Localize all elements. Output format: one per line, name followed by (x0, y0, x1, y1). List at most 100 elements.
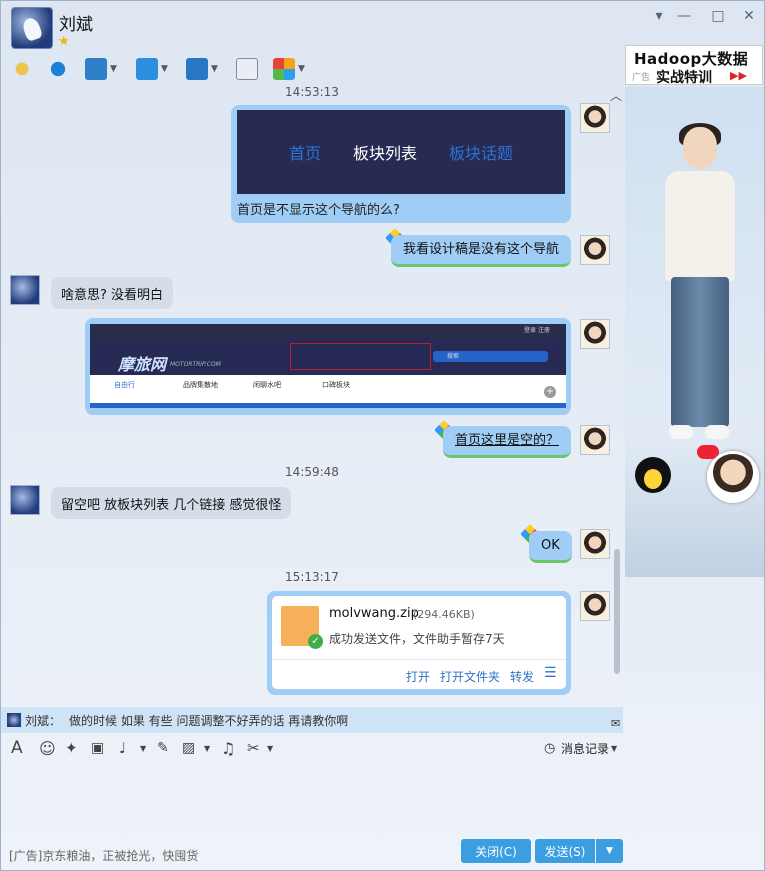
message-text: 首页是不显示这个导航的么? (237, 203, 400, 218)
my-avatar-small[interactable] (580, 425, 610, 455)
message-bubble-image: 登录 注册 摩旅网 MOTORTRIP.COM 搜索 自由行 品牌集散地 闲聊水… (85, 318, 571, 415)
screenshot-icon[interactable]: ▣ (91, 740, 104, 756)
maximize-icon[interactable]: □ (707, 8, 729, 24)
chevron-down-icon[interactable]: ▼ (140, 744, 146, 753)
ad-tag: 广告 (632, 73, 651, 83)
message-bubble-image: 首页 板块列表 板块话题 首页是不显示这个导航的么? (231, 105, 571, 223)
send-options-button[interactable]: ▼ (596, 839, 623, 863)
menu-icon[interactable]: ☰ (544, 665, 557, 681)
file-card[interactable]: ✓ molvwang.zip (294.46KB) 成功发送文件，文件助手暂存7… (272, 596, 566, 689)
edit-icon[interactable]: ✎ (157, 740, 169, 756)
screen-share-icon (85, 58, 107, 80)
chevron-down-icon: ▼ (606, 846, 613, 856)
ad-banner[interactable]: Hadoop大数据 广告 实战特训 ▶▶ (625, 45, 763, 86)
last-message-bar[interactable]: 刘斌： 做的时候 如果 有些 问题调整不好弄的话 再请教你啊 (1, 707, 623, 733)
footer-ad[interactable]: [广告]京东粮油，正被抢光，快囤货 (9, 847, 198, 864)
magic-wand-icon[interactable]: ✦ (65, 739, 78, 757)
ad-banner-line2: 实战特训 (656, 70, 712, 86)
emoji-icon[interactable]: ☺ (39, 739, 56, 758)
forward-link[interactable]: 转发 (510, 668, 534, 685)
mic-icon (11, 58, 33, 80)
open-file-link[interactable]: 打开 (406, 668, 430, 685)
add-app-icon (236, 58, 258, 80)
video-button[interactable] (47, 56, 69, 82)
nav-preview-item: 板块话题 (449, 144, 514, 163)
close-icon[interactable]: ✕ (738, 8, 760, 24)
message-bubble: 首页这里是空的？ (443, 426, 572, 458)
file-name: molvwang.zip (329, 606, 419, 621)
music-icon[interactable]: ♫ (221, 739, 235, 758)
my-avatar-small[interactable] (580, 103, 610, 133)
chevron-down-icon[interactable]: ▼ (298, 64, 305, 74)
image-icon[interactable]: ▨ (182, 740, 195, 756)
ad-banner-line1: Hadoop大数据 (634, 50, 749, 68)
title-bar: 刘斌 ★ ▾ — □ ✕ ▼ ▼ ▼ ▼ Hadoop大数据 广告 实战特训 ▶… (1, 1, 764, 89)
remote-desktop-button[interactable]: ▼ (186, 56, 218, 82)
nav-preview-item: 板块列表 (352, 144, 417, 163)
add-app-button[interactable] (236, 56, 258, 82)
my-avatar-small[interactable] (580, 235, 610, 265)
my-avatar-small[interactable] (580, 591, 610, 621)
site-tab: 自由行 (114, 381, 135, 389)
scissors-icon[interactable]: ✂ (247, 739, 260, 757)
font-icon[interactable]: A (11, 738, 23, 758)
mic-button[interactable] (11, 56, 33, 82)
chevron-down-icon[interactable]: ▼ (611, 744, 617, 753)
file-transfer-icon (136, 58, 158, 80)
site-preview-image[interactable]: 登录 注册 摩旅网 MOTORTRIP.COM 搜索 自由行 品牌集散地 闲聊水… (90, 324, 566, 408)
site-preview-header: 摩旅网 MOTORTRIP.COM 搜索 (90, 338, 566, 375)
site-tab: 闲聊水吧 (253, 381, 281, 389)
message-text: 啥意思? 没看明白 (61, 287, 164, 303)
message-bubble: OK (529, 531, 572, 563)
qq-penguin-icon (635, 457, 671, 493)
more-apps-button[interactable]: ▼ (273, 56, 305, 82)
send-button[interactable]: 发送(S) (535, 839, 595, 863)
chat-history[interactable]: 14:53:13 ︿ 首页 板块列表 板块话题 首页是不显示这个导航的么? 我看… (1, 87, 623, 707)
remote-desktop-icon (186, 58, 208, 80)
video-icon (47, 58, 69, 80)
site-tab: 口碑板块 (322, 381, 350, 389)
star-icon: ★ (58, 34, 70, 49)
site-preview-bar (90, 403, 566, 408)
file-transfer-button[interactable]: ▼ (136, 56, 168, 82)
nav-preview-image[interactable]: 首页 板块列表 板块话题 (237, 110, 565, 194)
plus-icon: + (544, 386, 556, 398)
voice-icon[interactable]: ♩ (119, 739, 126, 757)
side-panel (625, 87, 764, 697)
play-icon: ▶▶ (730, 69, 747, 82)
close-button[interactable]: 关闭(C) (461, 839, 531, 863)
message-text: 首页这里是空的？ (455, 433, 560, 448)
contact-avatar-small[interactable] (10, 275, 40, 305)
message-input[interactable] (1, 763, 623, 843)
screen-share-button[interactable]: ▼ (85, 56, 117, 82)
chevron-down-icon[interactable]: ▼ (211, 64, 218, 74)
site-search: 搜索 (433, 351, 548, 362)
timestamp: 14:53:13 (285, 87, 339, 99)
scrollbar[interactable] (614, 549, 620, 674)
timestamp: 14:59:48 (285, 465, 339, 479)
minimize-icon[interactable]: — (673, 8, 695, 24)
message-bubble: 留空吧 放板块列表 几个链接 感觉很怪 (51, 487, 292, 519)
mail-icon[interactable]: ✉ (611, 717, 620, 730)
message-history-button[interactable]: 消息记录 (561, 740, 609, 757)
contact-avatar[interactable] (11, 7, 53, 49)
chevron-down-icon[interactable]: ▼ (110, 64, 117, 74)
chevron-down-icon[interactable]: ▼ (267, 744, 273, 753)
dropdown-icon[interactable]: ▾ (648, 8, 670, 24)
site-logo: 摩旅网 (118, 355, 167, 374)
close-button-label: 关闭(C) (475, 844, 517, 859)
collapse-icon[interactable]: ︿ (610, 87, 622, 104)
file-message: ✓ molvwang.zip (294.46KB) 成功发送文件，文件助手暂存7… (267, 591, 571, 695)
chevron-down-icon[interactable]: ▼ (161, 64, 168, 74)
contact-name[interactable]: 刘斌 (59, 10, 93, 35)
check-icon: ✓ (308, 634, 323, 649)
contact-avatar-small[interactable] (10, 485, 40, 515)
timestamp: 15:13:17 (285, 570, 339, 584)
chevron-down-icon[interactable]: ▼ (204, 744, 210, 753)
site-login-link: 登录 (524, 327, 537, 334)
my-avatar[interactable] (707, 451, 759, 503)
my-avatar-small[interactable] (580, 529, 610, 559)
my-avatar-small[interactable] (580, 319, 610, 349)
message-bubble: 啥意思? 没看明白 (51, 277, 174, 309)
open-folder-link[interactable]: 打开文件夹 (440, 668, 500, 685)
